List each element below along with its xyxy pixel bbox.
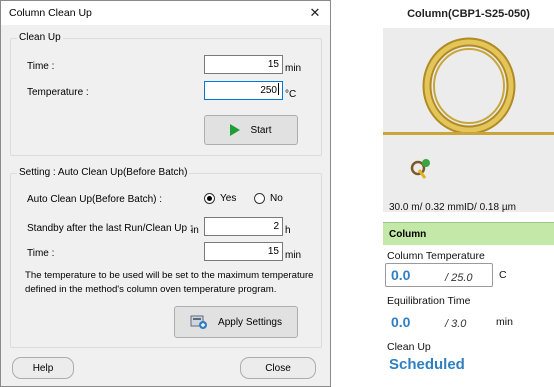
column-coil-band (383, 132, 554, 135)
column-connector-icon (410, 159, 430, 179)
standby-unit: h (285, 225, 291, 236)
play-icon (230, 124, 241, 136)
temperature-note: The temperature to be used will be set t… (25, 270, 314, 295)
clean-up-group-label: Clean Up (17, 32, 63, 43)
text-caret (278, 83, 279, 95)
column-temperature-current: 0.0 (391, 267, 411, 283)
radio-yes-indicator (204, 193, 215, 204)
start-button-label: Start (250, 124, 272, 136)
close-button[interactable]: Close (240, 357, 316, 379)
apply-settings-icon (190, 315, 208, 329)
close-button-label: Close (265, 362, 291, 374)
column-spec: 30.0 m/ 0.32 mmID/ 0.18 µm (389, 202, 516, 213)
column-coil-icon (422, 37, 516, 135)
equilibration-time-current: 0.0 (391, 314, 411, 330)
column-temperature-label: Column Temperature (387, 250, 485, 262)
title-bar: Column Clean Up ✕ (1, 1, 330, 25)
clean-up-status: Scheduled (389, 356, 465, 373)
time-unit: min (285, 63, 302, 74)
temperature-unit: °C (285, 89, 297, 100)
radio-yes-label: Yes (220, 193, 237, 204)
setting-time-label: Time : (27, 248, 55, 259)
start-button[interactable]: Start (204, 115, 298, 145)
time-label: Time : (27, 61, 55, 72)
clean-up-status-label: Clean Up (387, 341, 431, 353)
column-section-header: Column (383, 222, 554, 245)
radio-no-indicator (254, 193, 265, 204)
apply-settings-button[interactable]: Apply Settings (174, 306, 298, 338)
equilibration-time-setpoint: / 3.0 (445, 318, 467, 330)
column-temperature-unit: C (499, 269, 507, 281)
column-temperature-setpoint: / 25.0 (445, 272, 473, 284)
auto-clean-up-group-label: Setting : Auto Clean Up(Before Batch) (17, 167, 190, 178)
column-status-panel: Column(CBP1-S25-050) 30.0 m/ 0.32 mmID/ … (383, 0, 554, 387)
standby-label: Standby after the last Run/Clean Up : (27, 223, 193, 234)
column-clean-up-dialog: Column Clean Up ✕ Clean Up Time : 15 min… (0, 0, 331, 387)
time-input[interactable]: 15 (204, 55, 283, 74)
column-section-title: Column (389, 229, 427, 240)
equilibration-time-label: Equilibration Time (387, 295, 471, 307)
standby-in-label: in (191, 225, 199, 236)
setting-time-input[interactable]: 15 (204, 242, 283, 261)
radio-yes[interactable]: Yes (204, 193, 236, 204)
temperature-value: 250 (260, 85, 277, 96)
equilibration-time-unit: min (496, 316, 513, 328)
radio-no-label: No (270, 193, 283, 204)
apply-settings-label: Apply Settings (218, 316, 282, 328)
standby-input[interactable]: 2 (204, 217, 283, 236)
setting-time-unit: min (285, 250, 302, 261)
column-title: Column(CBP1-S25-050) (407, 8, 530, 20)
radio-no[interactable]: No (254, 193, 283, 204)
help-button[interactable]: Help (12, 357, 74, 379)
temperature-label: Temperature : (27, 87, 89, 98)
dialog-title: Column Clean Up (9, 7, 92, 19)
help-button-label: Help (32, 362, 54, 374)
auto-clean-up-label: Auto Clean Up(Before Batch) : (27, 194, 163, 205)
temperature-input[interactable]: 250 (204, 81, 283, 100)
close-icon[interactable]: ✕ (301, 1, 329, 25)
